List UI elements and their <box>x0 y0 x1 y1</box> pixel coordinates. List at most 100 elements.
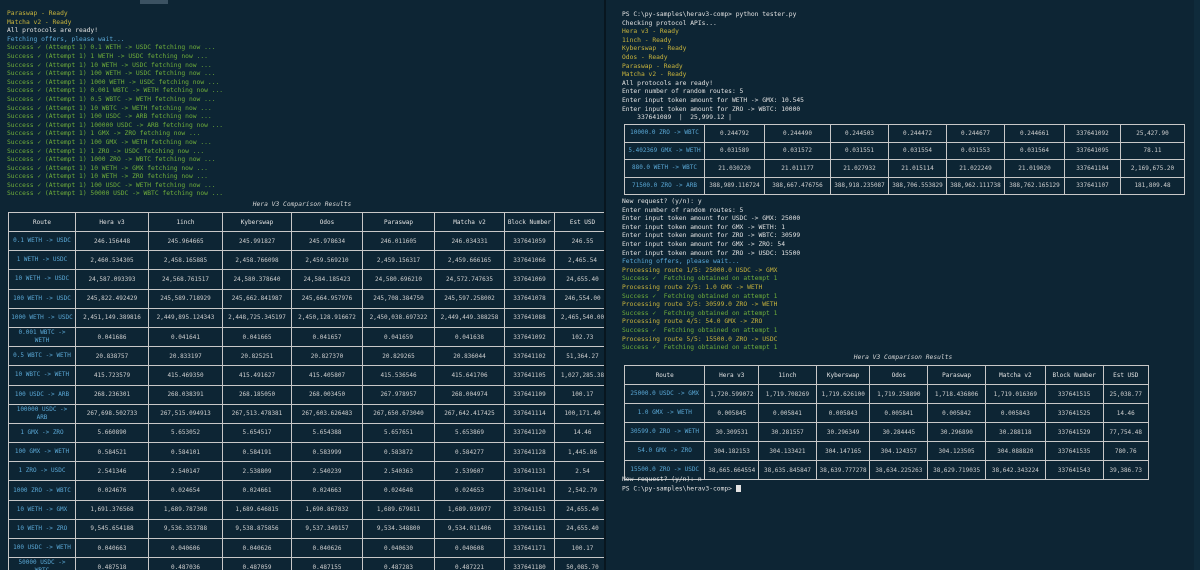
table-row: 71500.0 ZRO -> ARB 388,989.116724 388,667.… <box>624 176 1185 195</box>
value-cell: 2,458.165885 <box>148 250 223 271</box>
value-cell: 268.003450 <box>291 384 363 405</box>
value-cell: 1,720.599072 <box>704 384 760 404</box>
value-cell: 0.487059 <box>222 557 292 570</box>
terminal-line: Success ✓ Fetching obtained on attempt 1 <box>622 326 778 334</box>
column-header: Est USD <box>554 212 604 232</box>
value-cell: 0.487155 <box>291 557 363 570</box>
value-cell: 51,364.27 <box>554 346 604 367</box>
value-cell: 9,536.353788 <box>148 518 223 540</box>
value-cell: 0.031589 <box>704 141 765 160</box>
value-cell: 1,719.016369 <box>984 384 1046 404</box>
value-cell: 30.296890 <box>927 422 986 442</box>
right-terminal-log-bottom: New request? (y/n): n PS C:\py-samples\he… <box>622 476 741 493</box>
value-cell: 21.022249 <box>946 159 1005 178</box>
terminal-line: Success ✓ (Attempt 1) 10 WETH -> GMX fet… <box>7 164 208 172</box>
value-cell: 0.487036 <box>148 557 223 570</box>
terminal-line: Success ✓ (Attempt 1) 0.1 WETH -> USDC f… <box>7 44 216 52</box>
route-cell: 880.0 WETH -> WBTC <box>624 159 705 178</box>
value-cell: 21.027932 <box>830 159 889 178</box>
value-cell: 245,822.492429 <box>75 288 149 309</box>
value-cell: 0.584277 <box>434 442 505 463</box>
terminal-line: Paraswap - Ready <box>622 62 683 70</box>
table-row: 100 USDC -> WETH 0.040663 0.040606 0.040626… <box>8 537 604 559</box>
value-cell: 304.133421 <box>758 441 817 461</box>
value-cell: 337641066 <box>504 250 555 271</box>
value-cell: 337641120 <box>504 422 555 444</box>
terminal-line: Success ✓ (Attempt 1) 10 WETH -> ZRO fet… <box>7 173 208 181</box>
value-cell: 9,537.349157 <box>291 518 363 540</box>
terminal-line: Processing route 2/5: 1.0 GMX -> WETH <box>622 283 763 291</box>
value-cell: 337641095 <box>1064 141 1121 160</box>
table-row: 50000 USDC -> WBTC0.4875180.4870360.4870… <box>8 557 604 570</box>
terminal-line: Success ✓ (Attempt 1) 100000 USDC -> ARB… <box>7 121 224 129</box>
value-cell: 337641535 <box>1044 441 1104 461</box>
value-cell: 2,465.54 <box>554 250 604 271</box>
route-cell: 5.402369 GMX -> WETH <box>624 141 705 160</box>
route-cell: 0.5 WBTC -> WETH <box>8 346 76 367</box>
value-cell: 5.657651 <box>362 422 435 444</box>
value-cell: 1,719.626100 <box>815 384 871 404</box>
vertical-scrollbar[interactable] <box>1194 0 1200 570</box>
value-cell: 337641171 <box>504 537 555 559</box>
value-cell: 0.005843 <box>984 403 1046 423</box>
terminal-line: Checking protocol APIs... <box>622 19 717 27</box>
value-cell: 388,706.553829 <box>888 176 947 195</box>
value-cell: 0.040630 <box>362 537 435 559</box>
table-row: 0.001 WBTC -> WETH 0.041686 0.041641 0.0416… <box>8 326 604 348</box>
value-cell: 24,572.747635 <box>434 269 505 290</box>
value-cell: 2.540239 <box>291 461 363 482</box>
table-row: 54.0 GMX -> ZRO 304.182153 304.133421 304.1… <box>623 441 1150 461</box>
value-cell: 0.031554 <box>888 141 947 160</box>
terminal-line: Fetching offers, please wait... <box>7 35 125 43</box>
terminal-line: Success ✓ (Attempt 1) 100 WETH -> USDC f… <box>7 70 216 78</box>
terminal-line: Paraswap - Ready <box>7 10 68 17</box>
horizontal-scroll-thumb[interactable] <box>140 0 168 4</box>
terminal-line: Processing route 4/5: 54.0 GMX -> ZRO <box>622 318 763 326</box>
terminal-line: Success ✓ (Attempt 1) 10 WBTC -> WETH fe… <box>7 104 212 112</box>
value-cell: 102.73 <box>554 326 604 348</box>
value-cell: 2,169,675.20 <box>1120 159 1185 178</box>
value-cell: 2,449,895.124343 <box>148 307 223 328</box>
value-cell: 38,639.777278 <box>815 460 871 480</box>
value-cell: 246.011605 <box>362 230 435 252</box>
value-cell: 388,989.116724 <box>704 176 765 195</box>
route-cell: 1 GMX -> ZRO <box>8 422 76 444</box>
route-cell: 30599.0 ZRO -> WETH <box>623 422 706 442</box>
table-row: 10 WBTC -> WETH 415.723579 415.469350 415.4… <box>8 365 604 386</box>
value-cell: 267,698.502733 <box>75 403 149 424</box>
left-terminal-pane[interactable]: Paraswap - Ready Matcha v2 - Ready All pro… <box>0 0 604 570</box>
terminal-cursor[interactable] <box>735 484 741 492</box>
value-cell: 24,580.378640 <box>222 269 292 290</box>
value-cell: 2.539607 <box>434 461 505 482</box>
value-cell: 0.583999 <box>291 442 363 463</box>
terminal-line: New request? (y/n): n <box>622 476 702 483</box>
value-cell: 0.584521 <box>75 442 149 463</box>
route-cell: 100 USDC -> ARB <box>8 384 76 405</box>
value-cell: 0.487221 <box>434 557 505 570</box>
value-cell: 2,542.79 <box>554 480 604 501</box>
terminal-line: Success ✓ (Attempt 1) 1000 ZRO -> WBTC f… <box>7 156 216 164</box>
value-cell: 0.040663 <box>75 537 149 559</box>
right-terminal-pane[interactable]: PS C:\py-samples\herav3-comp> python tes… <box>606 0 1200 570</box>
column-header: Est USD <box>1102 365 1150 385</box>
value-cell: 337641128 <box>504 442 555 463</box>
value-cell: 5.660890 <box>75 422 149 444</box>
column-header: Route <box>623 365 706 385</box>
value-cell: 0.584101 <box>148 442 223 463</box>
terminal-line: Success ✓ (Attempt 1) 1000 WETH -> USDC … <box>7 78 220 86</box>
value-cell: 21.030220 <box>704 159 765 178</box>
value-cell: 1,445.86 <box>554 442 604 463</box>
table-row: 0.1 WETH -> USDC 246.156448 245.964665 245.… <box>8 230 604 252</box>
value-cell: 0.584191 <box>222 442 292 463</box>
value-cell: 0.244472 <box>888 124 947 143</box>
value-cell: 0.031551 <box>830 141 889 160</box>
left-results-table: Route Hera v3 1inch Kyberswap Odos Paraswap Ma… <box>8 212 604 570</box>
table-row: 1.0 GMX -> WETH 0.005845 0.005841 0.005843 0… <box>623 403 1150 423</box>
table-row: 100 GMX -> WETH 0.584521 0.584101 0.584191 0… <box>8 442 604 463</box>
route-cell: 54.0 GMX -> ZRO <box>623 441 706 461</box>
terminal-line: Success ✓ (Attempt 1) 50000 USDC -> WBTC… <box>7 190 224 198</box>
value-cell: 337641102 <box>504 346 555 367</box>
value-cell: 337641069 <box>504 269 555 290</box>
value-cell: 388,962.111738 <box>946 176 1005 195</box>
value-cell: 0.040606 <box>148 537 223 559</box>
